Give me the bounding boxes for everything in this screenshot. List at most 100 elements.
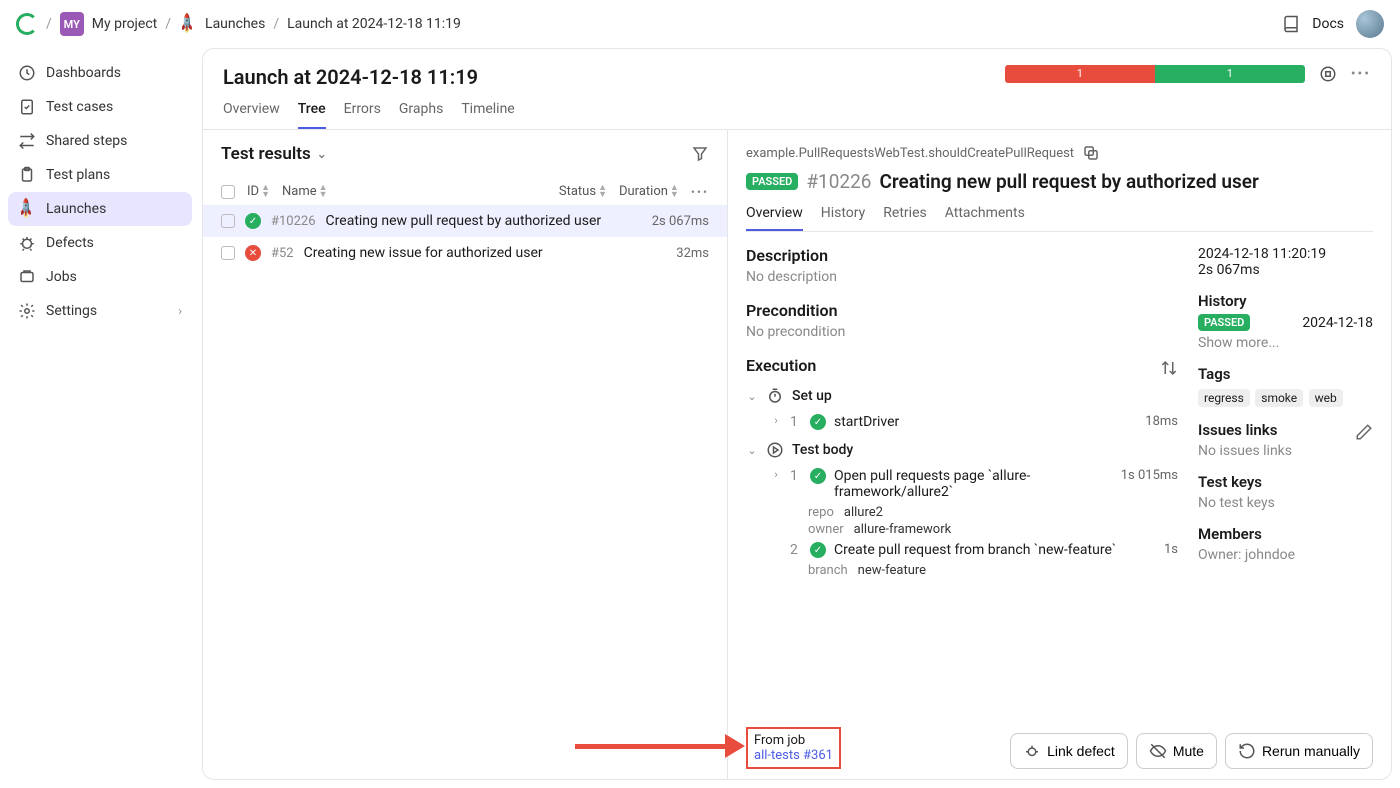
sidebar-label: Test cases	[46, 99, 113, 115]
step-num: 1	[790, 414, 802, 430]
collapse-icon[interactable]: ⌄	[746, 444, 758, 457]
breadcrumb-project[interactable]: My project	[92, 16, 157, 32]
history-date: 2024-12-18	[1302, 315, 1373, 331]
param-value: new-feature	[858, 563, 926, 578]
jobs-icon	[18, 268, 36, 286]
sharedsteps-icon	[18, 132, 36, 150]
col-id[interactable]: ID▲▼	[247, 184, 270, 199]
description-value: No description	[746, 269, 1178, 285]
row-checkbox[interactable]	[221, 246, 235, 260]
col-status[interactable]: Status▲▼	[559, 184, 607, 199]
tab-graphs[interactable]: Graphs	[399, 101, 443, 129]
mute-icon	[1149, 742, 1167, 760]
tab-tree[interactable]: Tree	[298, 101, 326, 129]
more-icon[interactable]: •••	[1351, 66, 1371, 82]
status-fail-count: 1	[1005, 65, 1155, 83]
expand-icon[interactable]: ›	[770, 468, 782, 481]
dashboard-icon	[18, 64, 36, 82]
chevron-down-icon: ⌄	[317, 147, 327, 161]
status-badge: PASSED	[746, 173, 798, 190]
rocket-icon: 🚀	[179, 15, 197, 33]
step-name: Create pull request from branch `new-fea…	[834, 542, 1156, 558]
docs-link[interactable]: Docs	[1312, 16, 1344, 32]
description-heading: Description	[746, 246, 1178, 265]
sidebar-item-dashboards[interactable]: Dashboards	[8, 56, 192, 90]
edit-icon[interactable]	[1355, 423, 1373, 441]
status-pass-icon: ✓	[810, 468, 826, 484]
dtab-history[interactable]: History	[821, 205, 866, 231]
col-duration[interactable]: Duration▲▼	[619, 184, 679, 199]
precondition-value: No precondition	[746, 324, 1178, 340]
clipboard-icon	[18, 166, 36, 184]
row-id: #52	[271, 246, 294, 261]
tab-errors[interactable]: Errors	[344, 101, 381, 129]
rocket-icon: 🚀	[18, 200, 36, 218]
col-name[interactable]: Name▲▼	[282, 184, 547, 199]
link-defect-button[interactable]: Link defect	[1010, 733, 1128, 769]
rerun-icon	[1238, 742, 1256, 760]
step-duration: 1s 015ms	[1121, 468, 1178, 483]
sidebar-label: Shared steps	[46, 133, 127, 149]
row-checkbox[interactable]	[221, 214, 235, 228]
status-bar[interactable]: 1 1	[1005, 65, 1305, 83]
bug-icon	[1023, 742, 1041, 760]
step-num: 1	[790, 468, 802, 484]
rerun-button[interactable]: Rerun manually	[1225, 733, 1373, 769]
dtab-retries[interactable]: Retries	[883, 205, 926, 231]
from-job-link[interactable]: all-tests #361	[754, 748, 833, 763]
breadcrumb-section[interactable]: Launches	[205, 16, 265, 32]
step-duration: 18ms	[1145, 414, 1178, 429]
filter-icon[interactable]	[691, 145, 709, 163]
stop-icon[interactable]	[1319, 65, 1337, 83]
project-badge[interactable]: MY	[60, 12, 84, 36]
from-job-label: From job	[754, 733, 833, 748]
result-row[interactable]: ✕ #52 Creating new issue for authorized …	[203, 237, 727, 269]
gear-icon	[18, 302, 36, 320]
duration: 2s 067ms	[1198, 262, 1373, 278]
tag[interactable]: smoke	[1255, 389, 1303, 407]
sidebar-label: Defects	[46, 235, 94, 251]
sidebar-item-testplans[interactable]: Test plans	[8, 158, 192, 192]
breadcrumb-current: Launch at 2024-12-18 11:19	[287, 16, 461, 32]
members-heading: Members	[1198, 525, 1373, 543]
app-logo[interactable]	[16, 13, 38, 35]
show-more-link[interactable]: Show more...	[1198, 335, 1373, 351]
row-name: Creating new pull request by authorized …	[326, 213, 642, 229]
columns-menu[interactable]: •••	[691, 185, 709, 199]
testcase-icon	[18, 98, 36, 116]
sidebar-label: Launches	[46, 201, 106, 217]
issues-value: No issues links	[1198, 443, 1373, 459]
sidebar-item-settings[interactable]: Settings›	[8, 294, 192, 328]
tab-overview[interactable]: Overview	[223, 101, 280, 129]
result-row[interactable]: ✓ #10226 Creating new pull request by au…	[203, 205, 727, 237]
dtab-overview[interactable]: Overview	[746, 205, 803, 231]
annotation-arrow	[575, 734, 745, 758]
page-title: Launch at 2024-12-18 11:19	[223, 65, 478, 89]
sidebar-item-launches[interactable]: 🚀 Launches	[8, 192, 192, 226]
topbar: / MY My project / 🚀 Launches / Launch at…	[0, 0, 1400, 48]
sidebar-item-jobs[interactable]: Jobs	[8, 260, 192, 294]
param-key: branch	[808, 563, 848, 578]
mute-button[interactable]: Mute	[1136, 733, 1217, 769]
expand-icon[interactable]: ›	[770, 414, 782, 427]
collapse-icon[interactable]: ⌄	[746, 390, 758, 403]
tag[interactable]: web	[1309, 389, 1343, 407]
status-pass-icon: ✓	[810, 542, 826, 558]
tag[interactable]: regress	[1198, 389, 1250, 407]
keys-value: No test keys	[1198, 495, 1373, 511]
sidebar-item-testcases[interactable]: Test cases	[8, 90, 192, 124]
dtab-attachments[interactable]: Attachments	[945, 205, 1025, 231]
swap-icon[interactable]	[1160, 359, 1178, 377]
results-title[interactable]: Test results ⌄	[221, 144, 327, 164]
test-path: example.PullRequestsWebTest.shouldCreate…	[746, 146, 1074, 161]
avatar[interactable]	[1356, 10, 1384, 38]
select-all-checkbox[interactable]	[221, 185, 235, 199]
tab-timeline[interactable]: Timeline	[461, 101, 514, 129]
copy-icon[interactable]	[1082, 144, 1100, 162]
sidebar-label: Dashboards	[46, 65, 121, 81]
sidebar-item-defects[interactable]: Defects	[8, 226, 192, 260]
issues-heading: Issues links	[1198, 421, 1277, 439]
status-fail-icon: ✕	[245, 245, 261, 261]
step-num: 2	[790, 542, 802, 558]
sidebar-item-sharedsteps[interactable]: Shared steps	[8, 124, 192, 158]
